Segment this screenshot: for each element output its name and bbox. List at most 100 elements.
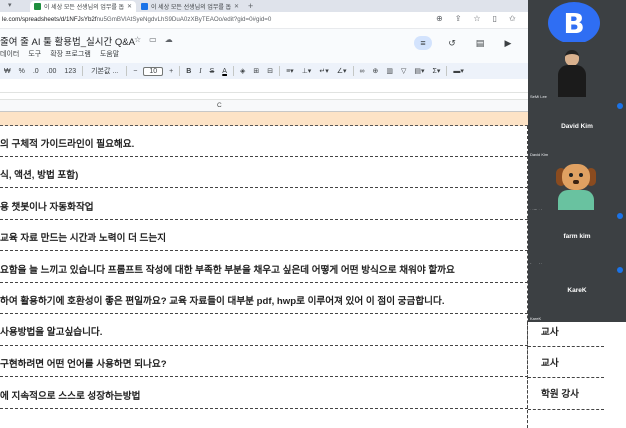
table-row[interactable]: 에 지속적으로 스스로 성장하는방법 xyxy=(0,377,528,409)
filter-icon[interactable]: ▽ xyxy=(397,67,410,75)
tab-search-icon[interactable]: ▾ xyxy=(8,0,12,12)
insert-chart-icon[interactable]: ▥ xyxy=(382,67,397,75)
question-cell[interactable]: 에 지속적으로 스스로 성장하는방법 xyxy=(0,388,520,402)
font-size-input[interactable]: 10 xyxy=(143,66,164,76)
role-cell[interactable]: 교사 xyxy=(541,324,559,338)
move-folder-icon[interactable]: ▭ xyxy=(149,35,157,44)
toolbar-divider xyxy=(279,66,281,76)
participant-tile[interactable]: farm kim farm kim xyxy=(528,210,626,268)
participant-label: KareK xyxy=(530,316,542,321)
role-cell[interactable]: 학원 강사 xyxy=(541,386,579,400)
decrease-decimal-button[interactable]: .0 xyxy=(29,68,43,75)
text-wrap-icon[interactable]: ↵▾ xyxy=(315,67,332,75)
history-icon[interactable]: ↺ xyxy=(444,36,460,50)
tab-close-icon[interactable]: ✕ xyxy=(234,3,239,10)
formatting-toolbar: ₩ % .0 .00 123 기본값 ... − 10 + B I S A ◈ … xyxy=(0,63,528,79)
tab-close-icon[interactable]: ✕ xyxy=(127,3,132,10)
menu-extensions[interactable]: 확장 프로그램 xyxy=(50,49,91,59)
bookmark-star-icon[interactable]: ☆ xyxy=(473,14,480,23)
browser-tab-inactive[interactable]: 이 세상 모든 선생님의 업무를 돕 ✕ xyxy=(137,1,243,12)
dog-avatar-icon xyxy=(554,162,598,216)
participant-tile[interactable]: 니모 님 xyxy=(528,158,626,216)
question-cell[interactable]: 교육 자료 만드는 시간과 노력이 더 드는지 xyxy=(0,230,520,244)
share-icon[interactable]: ⇪ xyxy=(455,14,462,23)
borders-icon[interactable]: ⊞ xyxy=(249,67,263,75)
header-right-icons: ≡ ↺ ▤ ▶ xyxy=(414,36,516,50)
tab-title: 이 세상 모든 선생님의 업무를 돕 xyxy=(151,5,231,11)
merge-cells-icon[interactable]: ⊟ xyxy=(263,67,277,75)
show-all-comments-icon[interactable]: ≡ xyxy=(414,36,432,50)
role-cell[interactable]: 교사 xyxy=(541,355,559,369)
url-host: le.com/spreadsheets/d/1NFJsYb2f xyxy=(2,16,97,23)
filter-views-icon[interactable]: ▤▾ xyxy=(410,67,428,75)
menu-tools[interactable]: 도구 xyxy=(28,49,41,59)
table-row[interactable]: 구현하려면 어떤 언어를 사용하면 되나요? xyxy=(0,346,528,377)
document-title[interactable]: 줄여 줄 AI 툴 활용법_실시간 Q&A xyxy=(0,34,135,48)
text-color-button[interactable]: A xyxy=(218,68,231,75)
table-row[interactable]: 식, 액션, 방법 포함) xyxy=(0,157,528,188)
table-row[interactable]: 요함을 늘 느끼고 있습니다 프롬프트 작성에 대한 부족한 부분을 채우고 싶… xyxy=(0,251,528,283)
menu-help[interactable]: 도움말 xyxy=(100,49,119,59)
question-cell[interactable]: 사용방법을 알고싶습니다. xyxy=(0,324,520,338)
question-cell[interactable]: 용 챗봇이나 자동화작업 xyxy=(0,199,520,213)
cloud-status-icon: ☁ xyxy=(164,35,173,44)
url-text[interactable]: le.com/spreadsheets/d/1NFJsYb2fnu5GmBVlA… xyxy=(2,16,432,23)
percent-format-button[interactable]: % xyxy=(15,68,29,75)
horizontal-align-icon[interactable]: ≡▾ xyxy=(282,67,298,75)
speaker-video-icon xyxy=(558,50,586,100)
participant-tile[interactable]: KareK KareK xyxy=(528,264,626,322)
question-cell[interactable]: 식, 액션, 방법 포함) xyxy=(0,167,520,181)
video-call-panel: B ToT campus SeMi Lee David Kim David Ki… xyxy=(528,0,626,322)
table-row[interactable]: 용 챗봇이나 자동화작업 xyxy=(0,188,528,220)
question-cell[interactable]: 요함을 늘 느끼고 있습니다 프롬프트 작성에 대한 부족한 부분을 채우고 싶… xyxy=(0,262,520,276)
toolbar-divider xyxy=(446,66,448,76)
participant-tile[interactable]: David Kim David Kim xyxy=(528,100,626,158)
insert-link-icon[interactable]: ∞ xyxy=(356,68,369,75)
browser-tab-active[interactable]: 이 세상 모든 선생님의 업무를 돕 ✕ xyxy=(30,1,136,12)
functions-icon[interactable]: Σ▾ xyxy=(429,67,445,75)
increase-decimal-button[interactable]: .00 xyxy=(43,68,61,75)
menu-data[interactable]: 데이터 xyxy=(0,49,19,59)
zoom-icon[interactable]: ⊕ xyxy=(436,14,443,23)
comment-icon[interactable]: ▤ xyxy=(472,36,488,50)
address-bar[interactable]: le.com/spreadsheets/d/1NFJsYb2fnu5GmBVlA… xyxy=(0,12,528,29)
favorites-icon[interactable]: ✩ xyxy=(509,14,516,23)
new-tab-plus-icon[interactable]: + xyxy=(248,0,253,12)
column-header-c[interactable]: C xyxy=(217,102,222,109)
question-cell[interactable]: 의 구체적 가이드라인이 필요해요. xyxy=(0,136,520,150)
more-options-icon[interactable]: ▬▾ xyxy=(449,67,468,75)
menu-bar: 데이터 도구 확장 프로그램 도움말 xyxy=(0,49,119,59)
insert-comment-icon[interactable]: ⊕ xyxy=(369,67,383,75)
speaking-indicator-icon xyxy=(617,267,623,273)
table-row[interactable]: 사용방법을 알고싶습니다. xyxy=(0,314,528,346)
decrease-font-size-button[interactable]: − xyxy=(129,68,141,75)
currency-format-button[interactable]: ₩ xyxy=(0,68,15,75)
meet-video-icon[interactable]: ▶ xyxy=(500,36,516,50)
split-view-icon[interactable]: ▯ xyxy=(493,14,497,23)
italic-button[interactable]: I xyxy=(195,67,205,75)
question-cell[interactable]: 하여 활용하기에 호환성이 좋은 편일까요? 교육 자료들이 대부분 pdf, … xyxy=(0,293,520,307)
star-icon[interactable]: ☆ xyxy=(134,35,141,44)
sheet-grid[interactable]: 의 구체적 가이드라인이 필요해요. 식, 액션, 방법 포함) 용 챗봇이나 … xyxy=(0,112,528,428)
strikethrough-button[interactable]: S xyxy=(206,68,219,75)
table-row[interactable]: 교육 자료 만드는 시간과 노력이 더 드는지 xyxy=(0,220,528,251)
speaking-indicator-icon xyxy=(617,103,623,109)
increase-font-size-button[interactable]: + xyxy=(165,68,177,75)
vertical-align-icon[interactable]: ⊥▾ xyxy=(298,67,316,75)
formula-bar[interactable] xyxy=(0,79,528,93)
table-row[interactable]: 하여 활용하기에 호환성이 좋은 편일까요? 교육 자료들이 대부분 pdf, … xyxy=(0,283,528,314)
font-family-select[interactable]: 기본값 ... xyxy=(85,66,124,76)
table-row[interactable]: 의 구체적 가이드라인이 필요해요. xyxy=(0,126,528,157)
fill-color-icon[interactable]: ◈ xyxy=(236,67,249,75)
toolbar-divider xyxy=(232,66,234,76)
more-formats-button[interactable]: 123 xyxy=(60,68,80,75)
participant-label: David Kim xyxy=(530,152,549,157)
question-cell[interactable]: 구현하려면 어떤 언어를 사용하면 되나요? xyxy=(0,356,520,370)
column-divider xyxy=(527,322,528,428)
bold-button[interactable]: B xyxy=(182,68,195,75)
row-divider xyxy=(528,377,604,378)
participant-name: David Kim xyxy=(561,123,593,130)
text-rotation-icon[interactable]: ∠▾ xyxy=(333,67,351,75)
participant-tile[interactable]: SeMi Lee xyxy=(528,42,626,100)
header-row-highlight[interactable] xyxy=(0,112,528,126)
